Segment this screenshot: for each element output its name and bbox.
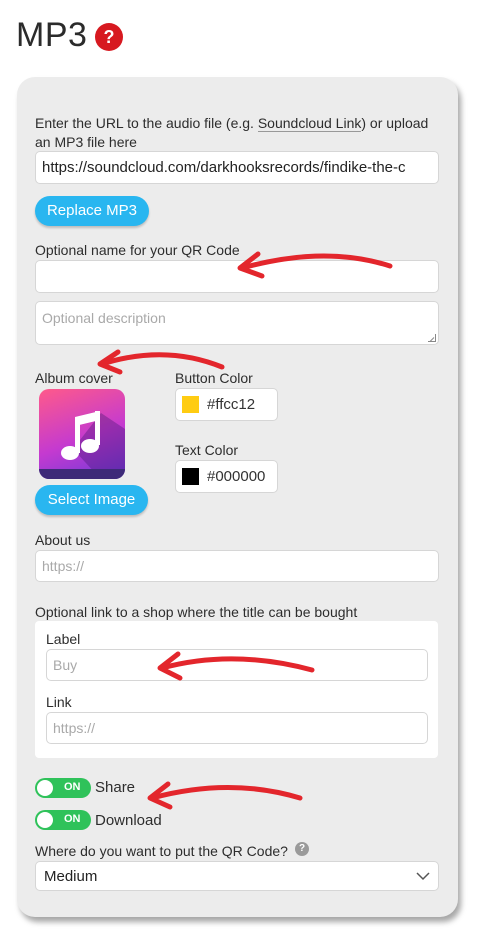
annotation-arrows bbox=[97, 251, 393, 810]
arrow-icon-toggles bbox=[147, 781, 303, 810]
arrow-icon-name-field bbox=[237, 251, 393, 279]
arrow-icon-shop-label bbox=[157, 651, 315, 681]
arrow-icon-album-cover bbox=[97, 349, 225, 375]
